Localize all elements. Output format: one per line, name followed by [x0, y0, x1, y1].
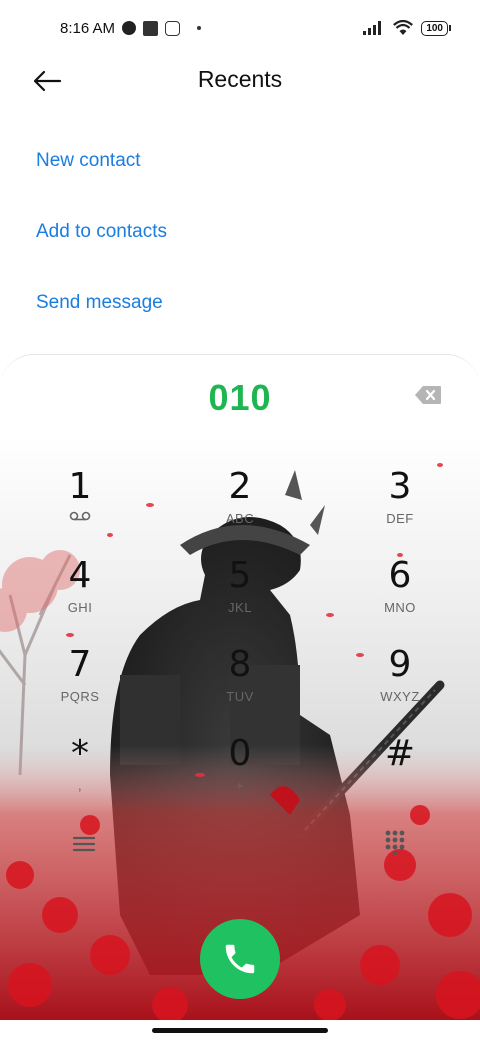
key-digit: 5: [228, 555, 252, 596]
key-hash[interactable]: #: [340, 732, 460, 812]
phone-icon: [225, 944, 255, 974]
dialpad-icon: [385, 830, 405, 855]
key-2[interactable]: 2 ABC: [180, 465, 300, 545]
key-letters: JKL: [228, 600, 252, 615]
send-message-link[interactable]: Send message: [36, 267, 167, 338]
key-1[interactable]: 1: [20, 465, 140, 545]
key-letters: +: [235, 778, 245, 793]
dialer-panel: 010 1 2 ABC 3 DEF 4 GHI 5 JKL 6 MNO 7 PQ…: [0, 354, 480, 1020]
add-to-contacts-link[interactable]: Add to contacts: [36, 196, 167, 267]
key-digit: 8: [228, 644, 252, 685]
key-9[interactable]: 9 WXYZ: [340, 643, 460, 723]
key-star[interactable]: * ,: [20, 732, 140, 812]
notification-square-icon: [143, 20, 159, 36]
dialpad-toggle-button[interactable]: [384, 829, 406, 855]
battery-icon: 100: [421, 20, 451, 36]
menu-button[interactable]: [72, 835, 96, 853]
key-digit: 1: [68, 466, 92, 507]
key-letters: PQRS: [60, 689, 100, 704]
dialed-number[interactable]: 010: [0, 377, 480, 419]
signal-icon: [363, 21, 382, 35]
navigation-bar: [0, 1020, 480, 1040]
call-button[interactable]: [200, 919, 280, 999]
header: Recents: [0, 56, 480, 108]
key-4[interactable]: 4 GHI: [20, 554, 140, 634]
key-digit: *: [71, 733, 89, 774]
menu-icon: [72, 836, 96, 852]
backspace-button[interactable]: [414, 385, 442, 405]
alarm-icon: [122, 21, 137, 35]
key-digit: 4: [68, 555, 92, 596]
key-digit: 9: [388, 644, 412, 685]
backspace-icon: [415, 386, 441, 404]
key-letters: MNO: [384, 600, 416, 615]
status-time: 8:16 AM: [60, 19, 116, 37]
key-letters: ABC: [225, 511, 255, 526]
key-letters: GHI: [67, 600, 93, 615]
key-digit: 3: [388, 466, 412, 507]
dot-icon: [197, 26, 202, 30]
key-6[interactable]: 6 MNO: [340, 554, 460, 634]
new-contact-link[interactable]: New contact: [36, 125, 167, 196]
key-letters: ,: [77, 778, 83, 793]
key-digit: #: [384, 733, 416, 774]
key-letters: WXYZ: [380, 689, 420, 704]
key-digit: 7: [68, 644, 92, 685]
key-3[interactable]: 3 DEF: [340, 465, 460, 545]
home-indicator[interactable]: [152, 1028, 328, 1033]
key-letters: DEF: [386, 511, 414, 526]
wifi-icon: [393, 20, 414, 35]
key-digit: 2: [228, 466, 252, 507]
key-7[interactable]: 7 PQRS: [20, 643, 140, 723]
page-title: Recents: [197, 66, 283, 92]
key-digit: 6: [388, 555, 412, 596]
voicemail-icon: [69, 511, 91, 521]
mi-icon: [165, 20, 181, 36]
key-5[interactable]: 5 JKL: [180, 554, 300, 634]
key-0[interactable]: 0 +: [180, 732, 300, 812]
key-digit: 0: [228, 733, 252, 774]
key-letters: TUV: [226, 689, 254, 704]
action-list: New contact Add to contacts Send message: [36, 125, 167, 338]
status-bar: 8:16 AM 100: [0, 0, 480, 56]
key-8[interactable]: 8 TUV: [180, 643, 300, 723]
